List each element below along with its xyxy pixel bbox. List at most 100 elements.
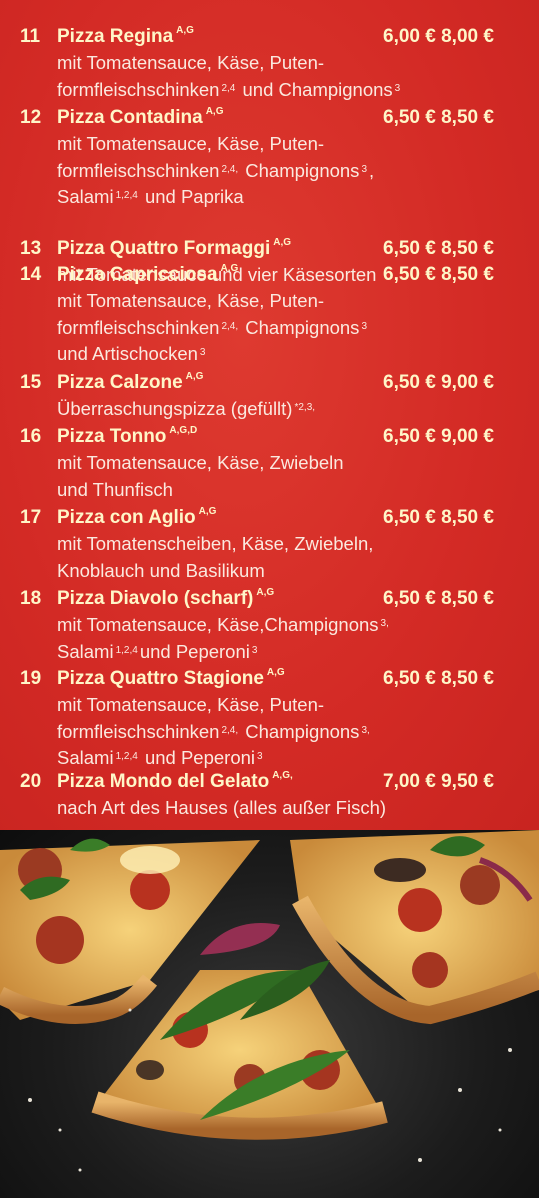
description-text: mit Tomatenscheiben, Käse, Zwiebeln, [57,533,374,554]
allergen-codes: A,G [176,25,194,36]
item-name: Pizza Capricciosa A,G [57,263,239,285]
allergen-codes: A,G [198,506,217,517]
allergen-codes: A,G [205,106,224,117]
item-description-line: Salami 1,2,4 und Paprika [57,184,244,210]
additive-codes: 3 [394,82,401,94]
additive-codes: 3 [257,751,263,762]
description-text: formfleischschinken [57,78,220,100]
allergen-codes: A,G [266,667,285,678]
item-name: Pizza Quattro Stagione A,G [57,667,285,689]
item-number: 12 [20,107,42,128]
description-text: und Paprika [139,186,244,207]
item-description-line: formfleischschinken 2,4, Champignons 3 [57,315,369,341]
item-name: Pizza Quattro Formaggi A,G [57,237,292,259]
description-text: und Peperoni [139,640,250,662]
item-price: 6,50 € 8,50 € [383,668,494,689]
allergen-codes: A,G [256,587,275,598]
item-name: Pizza Mondo del Gelato A,G, [57,770,293,792]
description-text: mit Tomatensauce, Käse, Puten- [57,52,325,73]
item-number: 19 [20,668,42,689]
additive-codes: 3 [199,347,206,358]
item-price: 6,00 € 8,00 € [383,26,494,47]
pizza-menu: 11 Pizza Regina A,G 6,00 € 8,00 € mit Tomate… [0,0,539,830]
description-text: Knoblauch und Basilikum [57,559,265,581]
item-name: Pizza Contadina A,G [57,106,224,128]
item-name: Pizza Calzone A,G [57,371,204,393]
allergen-codes: A,G,D [169,425,198,436]
item-number: 15 [20,372,42,393]
description-text: formfleischschinken [57,720,220,742]
item-price: 6,50 € 8,50 € [383,264,494,285]
description-text: und Peperoni [139,747,256,768]
allergen-codes: A,G [273,237,292,248]
item-description-line: Salami 1,2,4 und Peperoni 3 [57,639,259,665]
item-price: 7,00 € 9,50 € [383,771,494,792]
item-description-line: formfleischschinken 2,4, Champignons 3, [57,158,374,184]
description-text: , [369,159,375,181]
additive-codes: 3 [251,644,258,656]
description-text: nach Art des Hauses (alles außer Fisch) [57,797,387,818]
allergen-codes: A,G [220,263,239,274]
additive-codes: 2,4, [221,163,239,175]
allergen-codes: A,G, [272,770,293,781]
description-text: Champignons [240,720,360,742]
description-text: Salami [57,186,114,207]
pizza-photo [0,830,539,1198]
item-description-line: nach Art des Hauses (alles außer Fisch) [57,795,386,821]
item-price: 6,50 € 8,50 € [383,588,494,609]
additive-codes: 1,2,4 [115,751,138,762]
description-text: mit Tomatensauce, Käse,Champignons [57,614,379,635]
item-number: 13 [20,238,42,259]
item-description-line: formfleischschinken 2,4, Champignons 3, [57,719,372,745]
description-text: Salami [57,640,114,662]
description-text: Champignons [240,159,360,181]
description-text: Champignons [240,316,360,338]
item-price: 6,50 € 9,00 € [383,426,494,447]
item-price: 6,50 € 8,50 € [383,507,494,528]
item-description-line: mit Tomatensauce, Käse, Zwiebeln [57,450,344,476]
additive-codes: 1,2,4 [115,190,138,201]
item-description-line: Salami 1,2,4 und Peperoni 3 [57,745,265,771]
description-text: formfleischschinken [57,316,220,338]
additive-codes: 1,2,4 [115,644,138,656]
item-price: 6,50 € 9,00 € [383,372,494,393]
description-text: und Thunfisch [57,478,173,500]
description-text: mit Tomatensauce, Käse, Zwiebeln [57,452,344,473]
item-description-line: mit Tomatensauce, Käse, Puten- [57,692,324,718]
item-description-line: und Artischocken 3 [57,341,207,367]
additive-codes: 2,4 [221,82,236,94]
item-description-line: und Thunfisch [57,477,173,503]
additive-codes: 2,4, [221,320,239,332]
item-name: Pizza Diavolo (scharf) A,G [57,587,275,609]
item-description-line: mit Tomatensauce, Käse, Puten- [57,131,324,157]
additive-codes: *2,3, [294,402,316,413]
additive-codes: 3 [361,163,367,175]
description-text: mit Tomatensauce, Käse, Puten- [57,290,325,311]
description-text: mit Tomatensauce, Käse, Puten- [57,694,325,715]
item-number: 18 [20,588,42,609]
allergen-codes: A,G [185,371,204,382]
additive-codes: 3 [361,320,367,332]
item-number: 16 [20,426,42,447]
item-description-line: mit Tomatenscheiben, Käse, Zwiebeln, [57,531,373,557]
additive-codes: 3, [361,724,370,736]
item-description-line: mit Tomatensauce, Käse, Puten- [57,50,324,76]
description-text: formfleischschinken [57,159,220,181]
item-number: 11 [20,26,41,47]
item-name: Pizza Tonno A,G,D [57,425,198,447]
item-description-line: mit Tomatensauce, Käse,Champignons 3, [57,612,391,638]
description-text: und Champignons [237,78,393,100]
description-text: und Artischocken [57,343,198,364]
item-number: 17 [20,507,42,528]
item-price: 6,50 € 8,50 € [383,238,494,259]
item-description-line: formfleischschinken 2,4 und Champignons 3 [57,77,402,103]
item-price: 6,50 € 8,50 € [383,107,494,128]
item-number: 20 [20,771,42,792]
item-description-line: Knoblauch und Basilikum [57,558,265,584]
additive-codes: 3, [380,618,389,629]
item-name: Pizza con Aglio A,G [57,506,217,528]
description-text: Salami [57,747,114,768]
item-description-line: mit Tomatensauce, Käse, Puten- [57,288,324,314]
item-number: 14 [20,264,42,285]
description-text: mit Tomatensauce, Käse, Puten- [57,133,325,154]
